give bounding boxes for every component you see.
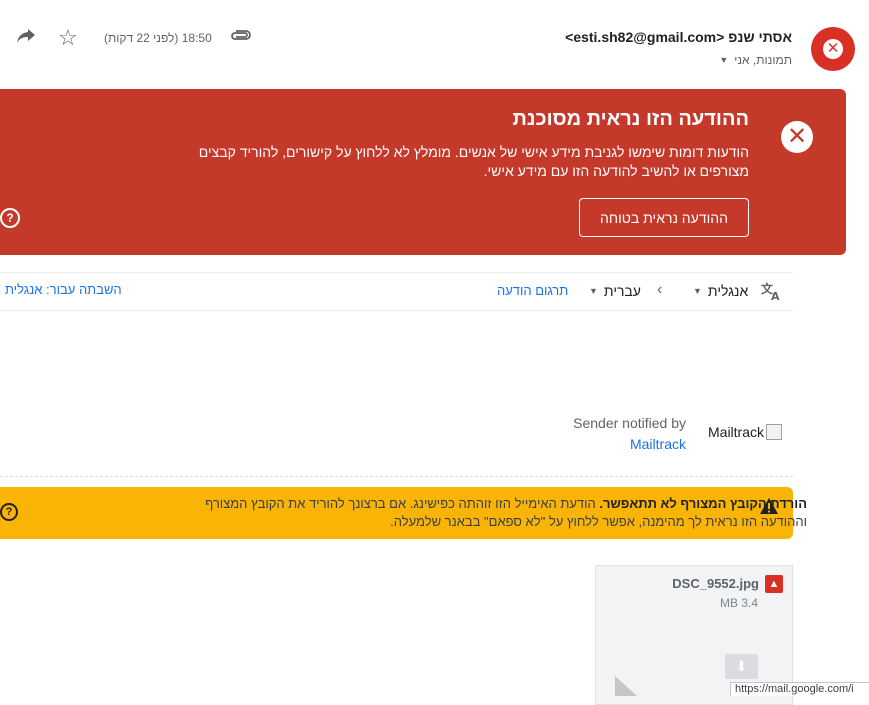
message-time: 18:50 (לפני 22 דקות) xyxy=(104,31,212,45)
forward-icon[interactable] xyxy=(16,27,36,51)
sender-avatar[interactable]: ✕ xyxy=(811,27,855,71)
source-language-label: אנגלית xyxy=(707,283,749,299)
source-language-select[interactable]: אנגלית ▼ xyxy=(693,283,748,299)
translate-icon: 文A xyxy=(760,281,782,306)
divider xyxy=(0,476,793,477)
image-icon: ▲ xyxy=(765,575,783,593)
broken-image-icon xyxy=(766,424,783,440)
download-icon[interactable]: ⬇ xyxy=(725,654,758,679)
chevron-left-icon: ‹ xyxy=(657,281,663,298)
disable-translation-link[interactable]: השבתה עבור: אנגלית xyxy=(5,282,122,297)
sender-name[interactable]: אסתי שנפ <esti.sh82@gmail.com> xyxy=(565,29,792,45)
attachment-size: 3.4 MB xyxy=(719,596,758,610)
close-circle-icon: ✕ xyxy=(781,121,813,153)
attachment-name: DSC_9552.jpg xyxy=(672,576,759,591)
caret-down-icon: ▼ xyxy=(719,55,729,65)
caret-down-icon: ▼ xyxy=(589,286,598,296)
paperclip-icon xyxy=(230,28,252,47)
close-circle-icon: ✕ xyxy=(823,39,843,59)
help-circle-icon[interactable]: ? xyxy=(0,208,20,228)
warning-text: הורדת הקובץ המצורף לא תתאפשר. הודעת האימ… xyxy=(187,495,807,531)
star-icon[interactable]: ☆ xyxy=(58,25,78,51)
mailtrack-image: Mailtrack xyxy=(708,424,783,440)
mailtrack-alt-text: Mailtrack xyxy=(708,424,765,440)
mailtrack-note: Sender notified by Mailtrack xyxy=(573,413,686,455)
mailtrack-link[interactable]: Mailtrack xyxy=(573,434,686,455)
danger-title: ההודעה הזו נראית מסוכנת xyxy=(512,108,749,130)
mailtrack-notified-text: Sender notified by xyxy=(573,415,686,431)
recipients-dropdown[interactable]: תמונות, אני ▼ xyxy=(719,53,792,67)
status-url: https://mail.google.com/i xyxy=(730,682,869,696)
translate-message-link[interactable]: תרגום הודעה xyxy=(497,283,568,298)
svg-text:A: A xyxy=(771,290,780,301)
target-language-select[interactable]: עברית ▼ xyxy=(589,283,641,299)
danger-body: הודעות דומות שימשו לגניבת מידע אישי של א… xyxy=(198,144,749,179)
target-language-label: עברית xyxy=(603,283,641,299)
attachment-fold xyxy=(615,676,637,696)
recipients-label: תמונות, אני xyxy=(734,53,792,67)
help-circle-icon[interactable]: ? xyxy=(0,503,18,521)
caret-down-icon: ▼ xyxy=(693,286,702,296)
looks-safe-button[interactable]: ההודעה נראית בטוחה xyxy=(579,198,749,237)
warning-strong: הורדת הקובץ המצורף לא תתאפשר. xyxy=(599,496,807,511)
